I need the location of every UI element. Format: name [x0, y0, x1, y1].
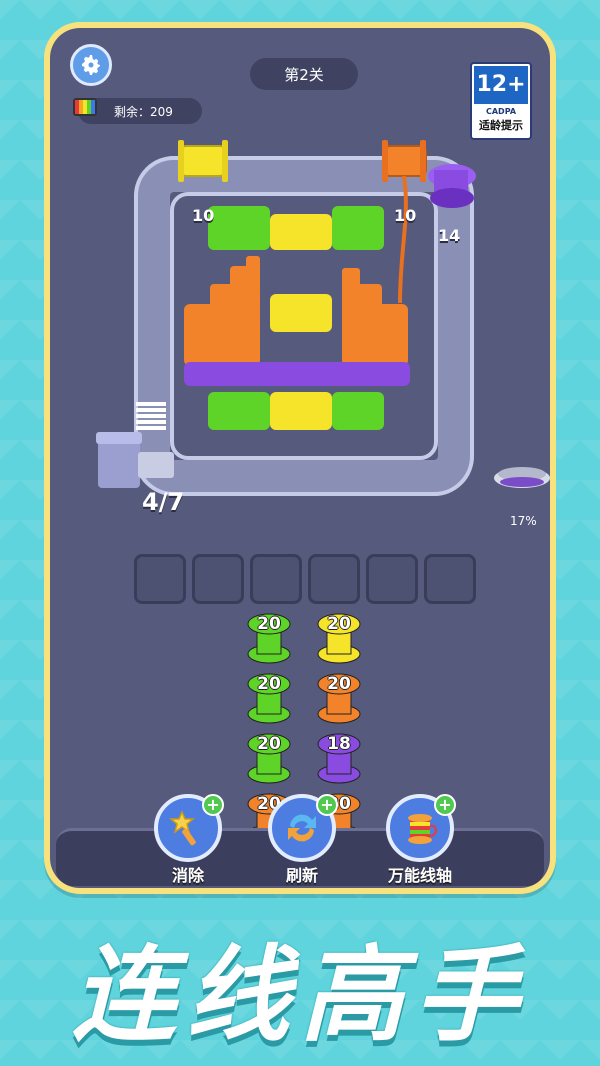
- yarn-bottom-row: [208, 392, 384, 430]
- spool-count: 18: [327, 734, 351, 754]
- magic-wand-icon: [168, 810, 196, 846]
- empty-slot[interactable]: [424, 554, 476, 604]
- left-column-spool[interactable]: 20: [246, 606, 292, 666]
- yarn-purple-band: [184, 362, 410, 386]
- empty-slot[interactable]: [308, 554, 360, 604]
- orange-thread: [398, 175, 408, 304]
- eliminate-label: 消除: [171, 866, 204, 885]
- universal-spool-tool[interactable]: + 万能线轴: [370, 794, 470, 886]
- spool-count: 20: [257, 734, 281, 754]
- yellow-spool-on-track: [178, 140, 228, 182]
- refresh-icon: [288, 814, 316, 842]
- banner-title: 连线高手: [71, 934, 528, 1056]
- spool-count: 20: [327, 614, 351, 634]
- right-column-spool[interactable]: 18: [316, 726, 362, 786]
- finish-disc: [494, 467, 550, 488]
- orange-spool-on-track: [382, 140, 427, 182]
- universal-spool-label: 万能线轴: [387, 866, 452, 885]
- universal-spool-icon: [408, 814, 437, 844]
- spool-count: 20: [257, 614, 281, 634]
- add-refresh-icon[interactable]: +: [316, 794, 338, 816]
- yarn-top-row: [208, 206, 384, 250]
- right-column-spool[interactable]: 20: [316, 606, 362, 666]
- holding-slots: [134, 554, 476, 604]
- track-stripes: [136, 402, 166, 430]
- spool-count: 20: [327, 674, 351, 694]
- spool-count: 20: [257, 674, 281, 694]
- game-frame: 第2关 剩余：209 12+ CADPA 适龄提示 10 10 14 4/7 1…: [44, 22, 556, 894]
- purple-spool-lifted: [428, 164, 476, 208]
- refresh-label: 刷新: [285, 866, 318, 885]
- empty-slot[interactable]: [250, 554, 302, 604]
- left-column-spool[interactable]: 20: [246, 726, 292, 786]
- add-universal-spool-icon[interactable]: +: [434, 794, 456, 816]
- bin-progress: 4/7: [142, 488, 185, 516]
- completion-percent: 17%: [510, 514, 537, 528]
- yarn-right-stairs: [342, 268, 408, 366]
- left-column-spool[interactable]: 20: [246, 666, 292, 726]
- yellow-spool-count: 10: [192, 206, 215, 225]
- yarn-left-stairs: [184, 256, 260, 366]
- eliminate-tool[interactable]: + 消除: [148, 794, 228, 886]
- game-screen: 第2关 剩余：209 12+ CADPA 适龄提示 10 10 14 4/7 1…: [50, 28, 550, 888]
- empty-slot[interactable]: [366, 554, 418, 604]
- refresh-tool[interactable]: + 刷新: [262, 794, 342, 886]
- empty-slot[interactable]: [192, 554, 244, 604]
- purple-spool-count: 14: [438, 226, 461, 245]
- orange-spool-count: 10: [394, 206, 417, 225]
- add-eliminate-icon[interactable]: +: [202, 794, 224, 816]
- collection-bin: [96, 432, 174, 488]
- yarn-pixel-art: [96, 140, 550, 488]
- empty-slot[interactable]: [134, 554, 186, 604]
- right-column-spool[interactable]: 20: [316, 666, 362, 726]
- yarn-center-block: [270, 294, 332, 332]
